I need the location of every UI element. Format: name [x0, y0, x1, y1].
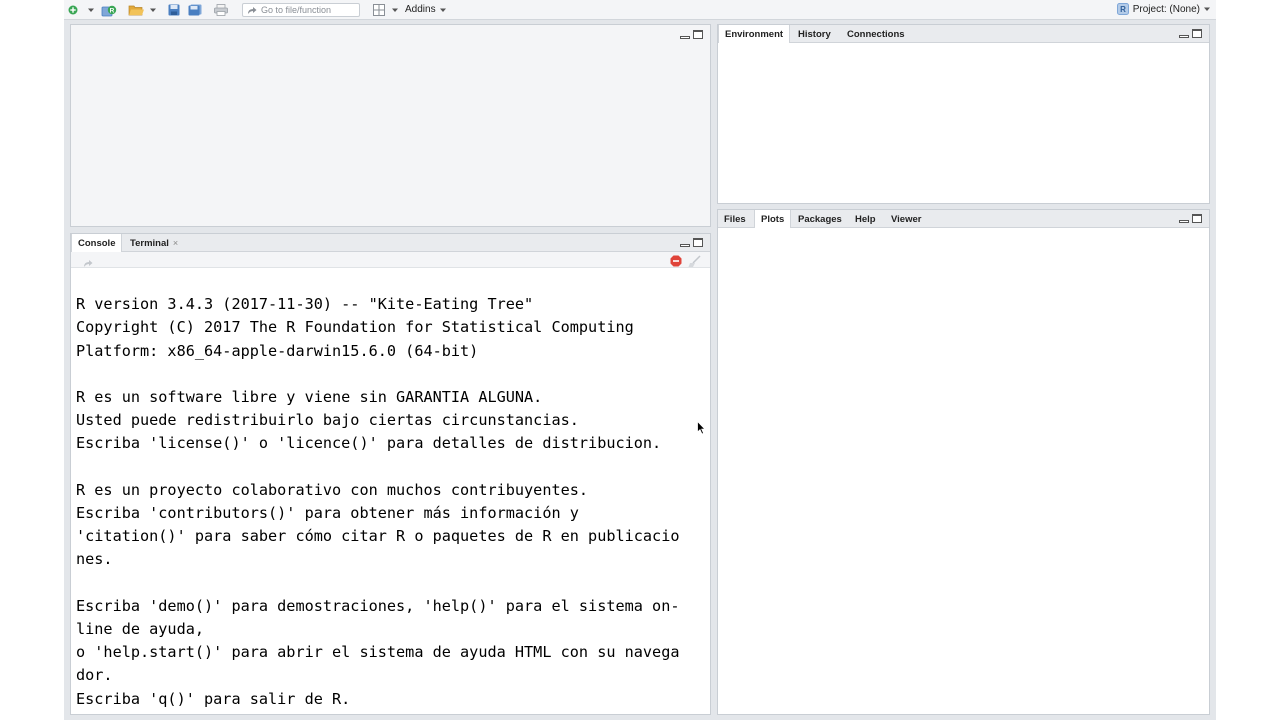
tab-connections[interactable]: Connections [841, 25, 911, 43]
tab-label: Environment [725, 28, 784, 40]
pane-layout-icon[interactable] [373, 3, 385, 17]
console-line: o 'help.start()' para abrir el sistema d… [76, 643, 680, 662]
open-file-icon[interactable] [128, 3, 144, 17]
minimize-icon[interactable] [1179, 220, 1189, 223]
tab-packages[interactable]: Packages [792, 210, 848, 228]
new-file-icon[interactable] [68, 3, 78, 17]
pane-layout-dropdown-icon[interactable] [392, 3, 398, 17]
files-pane: Files Plots Packages Help Viewer [717, 209, 1210, 715]
minimize-icon[interactable] [680, 36, 690, 39]
go-to-arrow-icon [248, 6, 257, 14]
console-line: 'citation()' para saber cómo citar R o p… [76, 527, 680, 546]
console-subtoolbar [71, 252, 710, 268]
mouse-pointer-icon [697, 420, 706, 440]
tab-label: Connections [847, 28, 905, 40]
source-pane-controls [680, 30, 703, 39]
tab-viewer[interactable]: Viewer [885, 210, 927, 228]
tab-history[interactable]: History [792, 25, 837, 43]
environment-pane-controls [1179, 29, 1202, 38]
console-line: nes. [76, 550, 113, 569]
files-pane-controls [1179, 214, 1202, 223]
rstudio-window: R Addins R P [64, 0, 1216, 720]
svg-text:R: R [110, 7, 115, 14]
new-project-icon[interactable]: R [101, 3, 117, 17]
files-tabbar: Files Plots Packages Help Viewer [718, 210, 1209, 228]
environment-tabbar: Environment History Connections [718, 25, 1209, 43]
console-line: Copyright (C) 2017 The R Foundation for … [76, 318, 634, 337]
open-file-dropdown-icon[interactable] [150, 3, 156, 17]
tab-console[interactable]: Console [71, 234, 123, 252]
console-tabbar: Console Terminal × [71, 234, 710, 252]
tab-label: Plots [761, 213, 785, 225]
new-file-dropdown-icon[interactable] [88, 3, 94, 17]
tab-help[interactable]: Help [849, 210, 882, 228]
console-output[interactable]: R version 3.4.3 (2017-11-30) -- "Kite-Ea… [76, 270, 710, 714]
console-pane: Console Terminal × R version 3.4.3 (2017… [70, 233, 711, 715]
tab-plots[interactable]: Plots [754, 210, 792, 228]
tab-label: Viewer [891, 213, 922, 225]
environment-pane: Environment History Connections [717, 24, 1210, 204]
console-line: Usted puede redistribuirlo bajo ciertas … [76, 411, 579, 430]
console-line: dor. [76, 666, 113, 685]
save-all-icon[interactable] [188, 3, 202, 17]
go-to-file-field[interactable] [242, 3, 360, 17]
tab-environment[interactable]: Environment [718, 25, 791, 43]
maximize-icon[interactable] [693, 30, 703, 39]
maximize-icon[interactable] [1192, 29, 1202, 38]
console-line: Escriba 'demo()' para demostraciones, 'h… [76, 596, 680, 615]
addins-label: Addins [405, 4, 436, 15]
tab-label: Console [78, 237, 116, 249]
tab-label: Files [724, 213, 746, 225]
source-pane [70, 24, 711, 227]
console-line: Escriba 'q()' para salir de R. [76, 689, 351, 708]
console-pane-controls [680, 238, 703, 247]
print-icon[interactable] [214, 3, 228, 17]
close-icon[interactable]: × [173, 238, 178, 248]
console-line: line de ayuda, [76, 620, 205, 639]
project-label: Project: (None) [1132, 3, 1200, 15]
r-project-icon: R [1116, 3, 1129, 15]
main-toolbar: R Addins R P [64, 0, 1216, 20]
maximize-icon[interactable] [1192, 214, 1202, 223]
svg-text:R: R [1120, 5, 1126, 14]
console-line: R es un software libre y viene sin GARAN… [76, 388, 543, 407]
tab-label: History [798, 28, 831, 40]
tab-terminal[interactable]: Terminal × [124, 234, 184, 252]
chevron-down-icon [439, 8, 446, 12]
minimize-icon[interactable] [1179, 35, 1189, 38]
project-menu[interactable]: R Project: (None) [1116, 3, 1210, 15]
go-to-file-input[interactable] [261, 5, 357, 15]
console-line: R es un proyecto colaborativo con muchos… [76, 480, 589, 499]
console-line: R version 3.4.3 (2017-11-30) -- "Kite-Ea… [76, 295, 534, 314]
save-icon[interactable] [168, 3, 180, 17]
tab-label: Packages [798, 213, 842, 225]
console-line: Escriba 'contributors()' para obtener má… [76, 504, 579, 523]
chevron-down-icon [1204, 7, 1210, 11]
tab-files[interactable]: Files [718, 210, 752, 228]
console-line: Platform: x86_64-apple-darwin15.6.0 (64-… [76, 341, 479, 360]
addins-menu[interactable]: Addins [405, 4, 446, 15]
maximize-icon[interactable] [693, 238, 703, 247]
console-line: Escriba 'license()' o 'licence()' para d… [76, 434, 662, 453]
minimize-icon[interactable] [680, 244, 690, 247]
tab-label: Help [855, 213, 876, 225]
tab-label: Terminal [130, 237, 169, 249]
